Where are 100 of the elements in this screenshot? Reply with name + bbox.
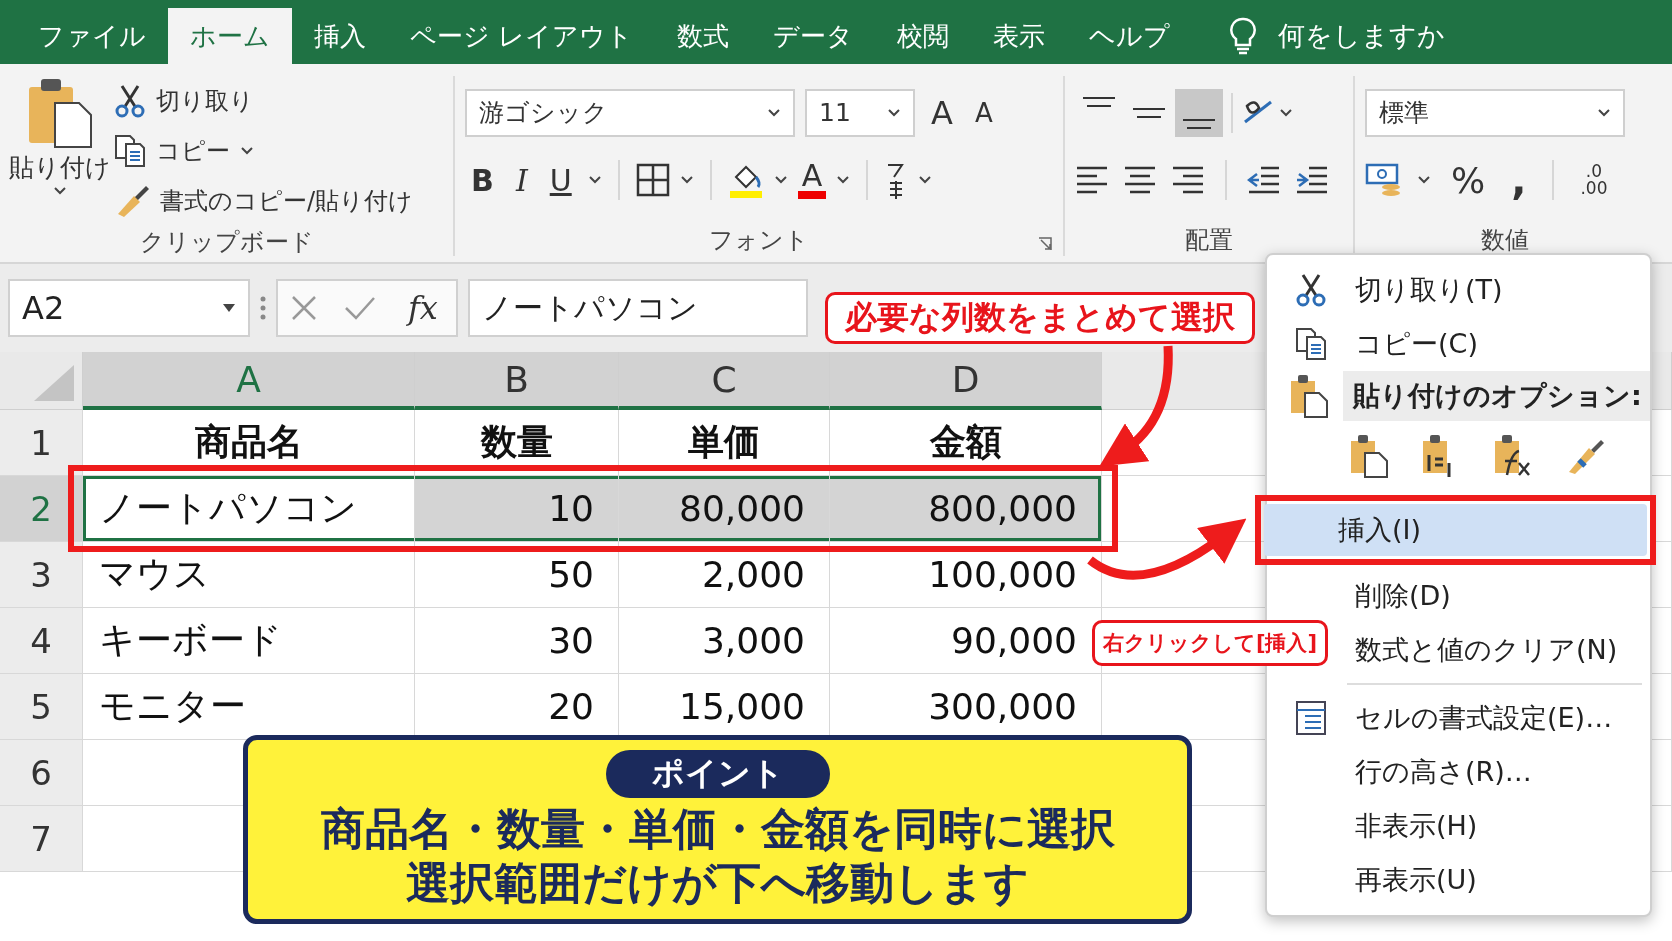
ribbon-tab[interactable]: ページ レイアウト bbox=[388, 8, 656, 64]
caret-icon[interactable] bbox=[887, 107, 901, 118]
caret-icon[interactable] bbox=[240, 146, 254, 156]
column-header[interactable]: D bbox=[830, 352, 1102, 410]
lightbulb-icon[interactable] bbox=[1228, 16, 1259, 56]
table-cell: ノートパソコン bbox=[83, 476, 415, 542]
name-box[interactable]: A2 bbox=[8, 279, 250, 337]
menu-item[interactable]: 行の高さ(R)… bbox=[1349, 746, 1538, 798]
point-badge: ポイント bbox=[605, 750, 830, 798]
format-painter-button[interactable]: 書式のコピー/貼り付け bbox=[160, 185, 414, 217]
font-name-dropdown[interactable]: 游ゴシック bbox=[465, 88, 795, 137]
row-header[interactable]: 6 bbox=[0, 740, 83, 806]
column-header[interactable]: A bbox=[83, 352, 415, 410]
copy-icon[interactable] bbox=[1295, 327, 1327, 361]
dialog-launcher-icon[interactable] bbox=[1037, 236, 1053, 252]
group-label: 数値 bbox=[1480, 225, 1530, 256]
tell-me-search[interactable]: 何をしますか bbox=[1278, 18, 1446, 54]
menu-item[interactable]: 数式と値のクリア(N) bbox=[1349, 624, 1624, 676]
table-cell: 2,000 bbox=[619, 542, 830, 608]
caret-icon[interactable] bbox=[1417, 175, 1431, 185]
ribbon-tab[interactable]: ファイル bbox=[16, 8, 168, 64]
font-color-button[interactable]: A bbox=[797, 161, 827, 199]
group-label: クリップボード bbox=[138, 227, 315, 258]
ribbon-tab[interactable]: 表示 bbox=[971, 8, 1068, 64]
comma-button[interactable]: , bbox=[1505, 157, 1533, 203]
caret-icon[interactable] bbox=[587, 175, 602, 185]
formula-input[interactable]: ノートパソコン bbox=[468, 279, 808, 337]
caret-icon[interactable] bbox=[1279, 107, 1293, 118]
align-icon bbox=[1133, 107, 1165, 118]
accounting-format-icon[interactable] bbox=[1365, 163, 1403, 197]
shrink-font-button[interactable]: A bbox=[968, 97, 999, 128]
menu-item[interactable]: 削除(D) bbox=[1349, 570, 1457, 622]
caret-icon[interactable] bbox=[836, 175, 851, 185]
caret-icon[interactable] bbox=[773, 175, 788, 185]
caret-icon[interactable] bbox=[679, 175, 694, 185]
paste-option-icon[interactable] bbox=[1349, 433, 1389, 479]
grow-font-button[interactable]: A bbox=[925, 93, 959, 132]
ribbon-tab[interactable]: ホーム bbox=[168, 8, 292, 64]
align-icon bbox=[1083, 96, 1115, 107]
vertical-align-button[interactable] bbox=[1175, 88, 1223, 137]
paste-icon[interactable] bbox=[27, 77, 93, 149]
paste-button[interactable]: 貼り付け bbox=[10, 76, 110, 226]
font-size-dropdown[interactable]: 11 bbox=[805, 88, 915, 137]
caret-icon[interactable] bbox=[918, 175, 933, 185]
table-cell: マウス bbox=[83, 542, 415, 608]
point-text: 商品名・数量・単価・金額を同時に選択 bbox=[320, 802, 1115, 856]
table-cell: 80,000 bbox=[619, 476, 830, 542]
align-icon bbox=[1183, 118, 1215, 129]
table-cell: 10 bbox=[415, 476, 619, 542]
paste-icon[interactable] bbox=[1289, 373, 1329, 419]
row-header[interactable]: 7 bbox=[0, 806, 83, 872]
row-header[interactable]: 3 bbox=[0, 542, 83, 608]
row-header[interactable]: 4 bbox=[0, 608, 83, 674]
bold-button[interactable]: B bbox=[465, 162, 500, 198]
decrease-indent-icon[interactable] bbox=[1247, 164, 1281, 196]
row-header[interactable]: 2 bbox=[0, 476, 83, 542]
percent-button[interactable]: % bbox=[1445, 159, 1492, 201]
scissors-icon[interactable] bbox=[114, 84, 146, 118]
format-cells-icon[interactable] bbox=[1295, 700, 1327, 736]
ribbon-tab[interactable]: データ bbox=[751, 8, 876, 64]
decimal-button[interactable]: .0 .00 bbox=[1574, 163, 1614, 197]
number-format-dropdown[interactable]: 標準 bbox=[1365, 88, 1625, 137]
menu-item[interactable]: 再表示(U) bbox=[1349, 854, 1483, 906]
increase-indent-icon[interactable] bbox=[1295, 164, 1329, 196]
align-center-icon[interactable] bbox=[1123, 164, 1157, 196]
dropdown-arrow-icon[interactable] bbox=[222, 303, 236, 313]
caret-icon[interactable] bbox=[1597, 107, 1611, 118]
caret-icon[interactable] bbox=[767, 107, 781, 118]
ribbon-tab[interactable]: 校閲 bbox=[875, 8, 972, 64]
column-header[interactable]: B bbox=[415, 352, 619, 410]
ribbon-tab[interactable]: 挿入 bbox=[292, 8, 388, 64]
italic-button[interactable]: I bbox=[509, 162, 534, 198]
row-header[interactable]: 1 bbox=[0, 410, 83, 476]
cancel-icon[interactable] bbox=[290, 294, 318, 322]
menu-item[interactable]: 切り取り(T) bbox=[1349, 264, 1509, 316]
table-cell: 30 bbox=[415, 608, 619, 674]
table-cell: 3,000 bbox=[619, 608, 830, 674]
row-header[interactable]: 5 bbox=[0, 674, 83, 740]
cut-button[interactable]: 切り取り bbox=[156, 85, 254, 117]
point-text: 選択範囲だけが下へ移動します bbox=[406, 856, 1029, 910]
copy-button[interactable]: コピー bbox=[156, 135, 230, 167]
group-label: 配置 bbox=[1184, 225, 1234, 256]
callout-label: 必要な列数をまとめて選択 bbox=[825, 292, 1255, 344]
ribbon-tab[interactable]: 数式 bbox=[655, 8, 752, 64]
ribbon-tab[interactable]: ヘルプ bbox=[1067, 8, 1193, 64]
copy-icon[interactable] bbox=[114, 134, 146, 168]
menu-item[interactable]: 挿入(I) bbox=[1264, 504, 1647, 556]
table-cell: 50 bbox=[415, 542, 619, 608]
scissors-icon[interactable] bbox=[1295, 273, 1327, 307]
insert-function-button[interactable]: fx bbox=[402, 288, 444, 328]
underline-button[interactable]: U bbox=[543, 162, 578, 198]
align-right-icon[interactable] bbox=[1171, 164, 1205, 196]
column-header[interactable]: C bbox=[619, 352, 830, 410]
align-left-icon[interactable] bbox=[1075, 164, 1109, 196]
menu-item[interactable]: コピー(C) bbox=[1349, 318, 1484, 370]
menu-item[interactable]: 非表示(H) bbox=[1349, 800, 1484, 852]
caret-icon[interactable] bbox=[53, 186, 67, 196]
borders-icon[interactable] bbox=[635, 163, 670, 197]
menu-item[interactable]: セルの書式設定(E)… bbox=[1349, 692, 1619, 744]
menu-heading: 貼り付けのオプション: bbox=[1343, 371, 1650, 421]
